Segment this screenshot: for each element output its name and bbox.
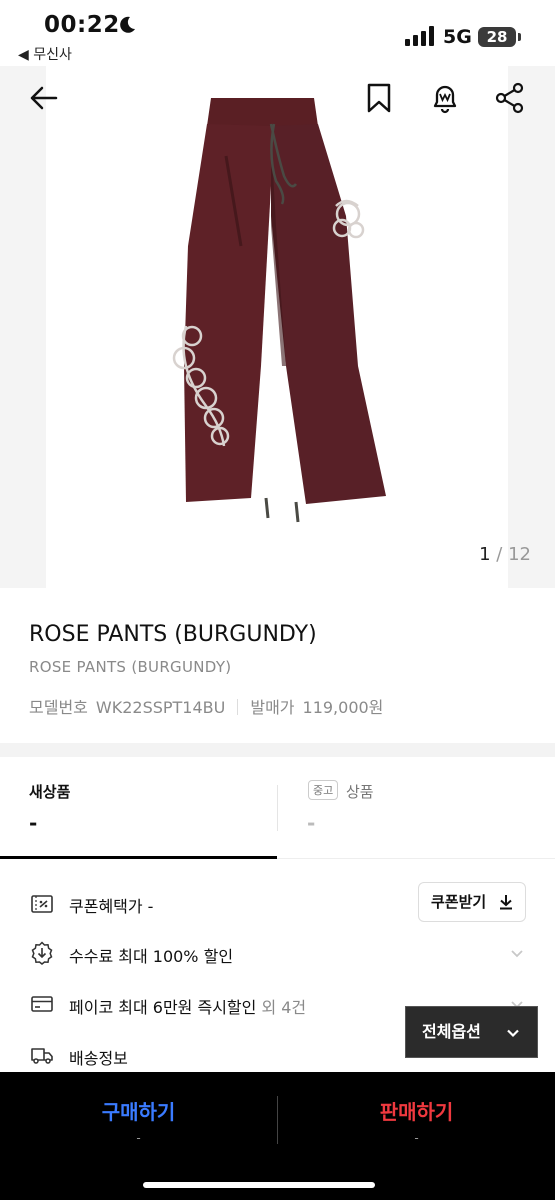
battery-tip (518, 33, 521, 41)
bottom-action-bar: 구매하기 - 판매하기 - (0, 1072, 555, 1200)
download-icon (500, 895, 512, 910)
tab-used-product[interactable]: 중고 상품 - (278, 757, 555, 859)
payco-extra-count: 외 4건 (256, 998, 307, 1017)
condition-tabs: 새상품 - 중고 상품 - (0, 757, 555, 859)
chevron-down-icon (511, 950, 523, 958)
sell-button[interactable]: 판매하기 - (278, 1072, 555, 1162)
back-arrow-icon[interactable] (26, 80, 62, 116)
section-divider (0, 743, 555, 757)
status-time: 00:22 (44, 12, 120, 38)
product-info: ROSE PANTS (BURGUNDY) ROSE PANTS (BURGUN… (0, 588, 555, 743)
moon-icon (120, 16, 135, 33)
pants-illustration (172, 98, 386, 523)
bookmark-icon[interactable] (361, 80, 397, 116)
discount-badge-icon (31, 941, 53, 965)
buy-button[interactable]: 구매하기 - (0, 1072, 277, 1162)
share-icon[interactable] (492, 80, 528, 116)
meta-divider (237, 699, 239, 715)
buy-price: - (136, 1131, 141, 1145)
payco-discount-text: 페이코 최대 6만원 즉시할인 외 4건 (69, 994, 306, 1018)
tab-used-label: 상품 (346, 783, 374, 801)
chevron-down-icon (507, 1029, 519, 1038)
page-current: 1 (479, 544, 491, 565)
release-price-label: 발매가 (250, 698, 295, 717)
buy-label: 구매하기 (101, 1100, 176, 1124)
coupon-icon (31, 895, 53, 913)
home-indicator (143, 1182, 375, 1188)
sell-price: - (414, 1131, 419, 1145)
tab-new-price: - (29, 811, 38, 835)
model-number-label: 모델번호 (29, 698, 88, 717)
back-to-app-link[interactable]: ◀ 무신사 (18, 44, 72, 64)
product-subtitle: ROSE PANTS (BURGUNDY) (29, 658, 232, 676)
all-options-button[interactable]: 전체옵션 (405, 1006, 538, 1058)
tab-new-product[interactable]: 새상품 - (0, 757, 277, 859)
product-image-carousel[interactable]: 1 / 12 (0, 66, 555, 588)
product-title: ROSE PANTS (BURGUNDY) (29, 622, 317, 647)
status-bar: 00:22 ◀ 무신사 5G 28 (0, 0, 555, 66)
delivery-info-text: 배송정보 (69, 1049, 128, 1068)
tab-new-label: 새상품 (29, 783, 71, 801)
image-page-indicator: 1 / 12 (479, 544, 531, 565)
release-price: 119,000원 (302, 698, 384, 717)
price-alert-bell-icon[interactable] (427, 80, 463, 116)
used-badge: 중고 (308, 780, 339, 800)
payco-main-text: 페이코 최대 6만원 즉시할인 (69, 998, 257, 1017)
truck-icon (31, 1048, 53, 1064)
product-meta: 모델번호 WK22SSPT14BU 발매가 119,000원 (29, 694, 383, 718)
network-type: 5G (443, 26, 472, 48)
page-total: / 12 (496, 544, 531, 565)
tab-used-price: - (307, 811, 316, 835)
battery-icon: 28 (478, 27, 516, 47)
get-coupon-button[interactable]: 쿠폰받기 (418, 882, 526, 922)
all-options-label: 전체옵션 (422, 1022, 481, 1041)
coupon-row: 쿠폰혜택가 - 쿠폰받기 (0, 876, 555, 928)
fee-discount-row[interactable]: 수수료 최대 100% 할인 (0, 928, 555, 978)
cellular-signal-icon (405, 26, 434, 46)
card-icon (31, 996, 53, 1012)
fee-discount-text: 수수료 최대 100% 할인 (69, 947, 234, 966)
product-image (46, 66, 508, 588)
sell-label: 판매하기 (379, 1100, 454, 1124)
get-coupon-label: 쿠폰받기 (431, 893, 487, 911)
coupon-price-text: 쿠폰혜택가 - (69, 897, 154, 916)
model-number: WK22SSPT14BU (95, 698, 226, 717)
